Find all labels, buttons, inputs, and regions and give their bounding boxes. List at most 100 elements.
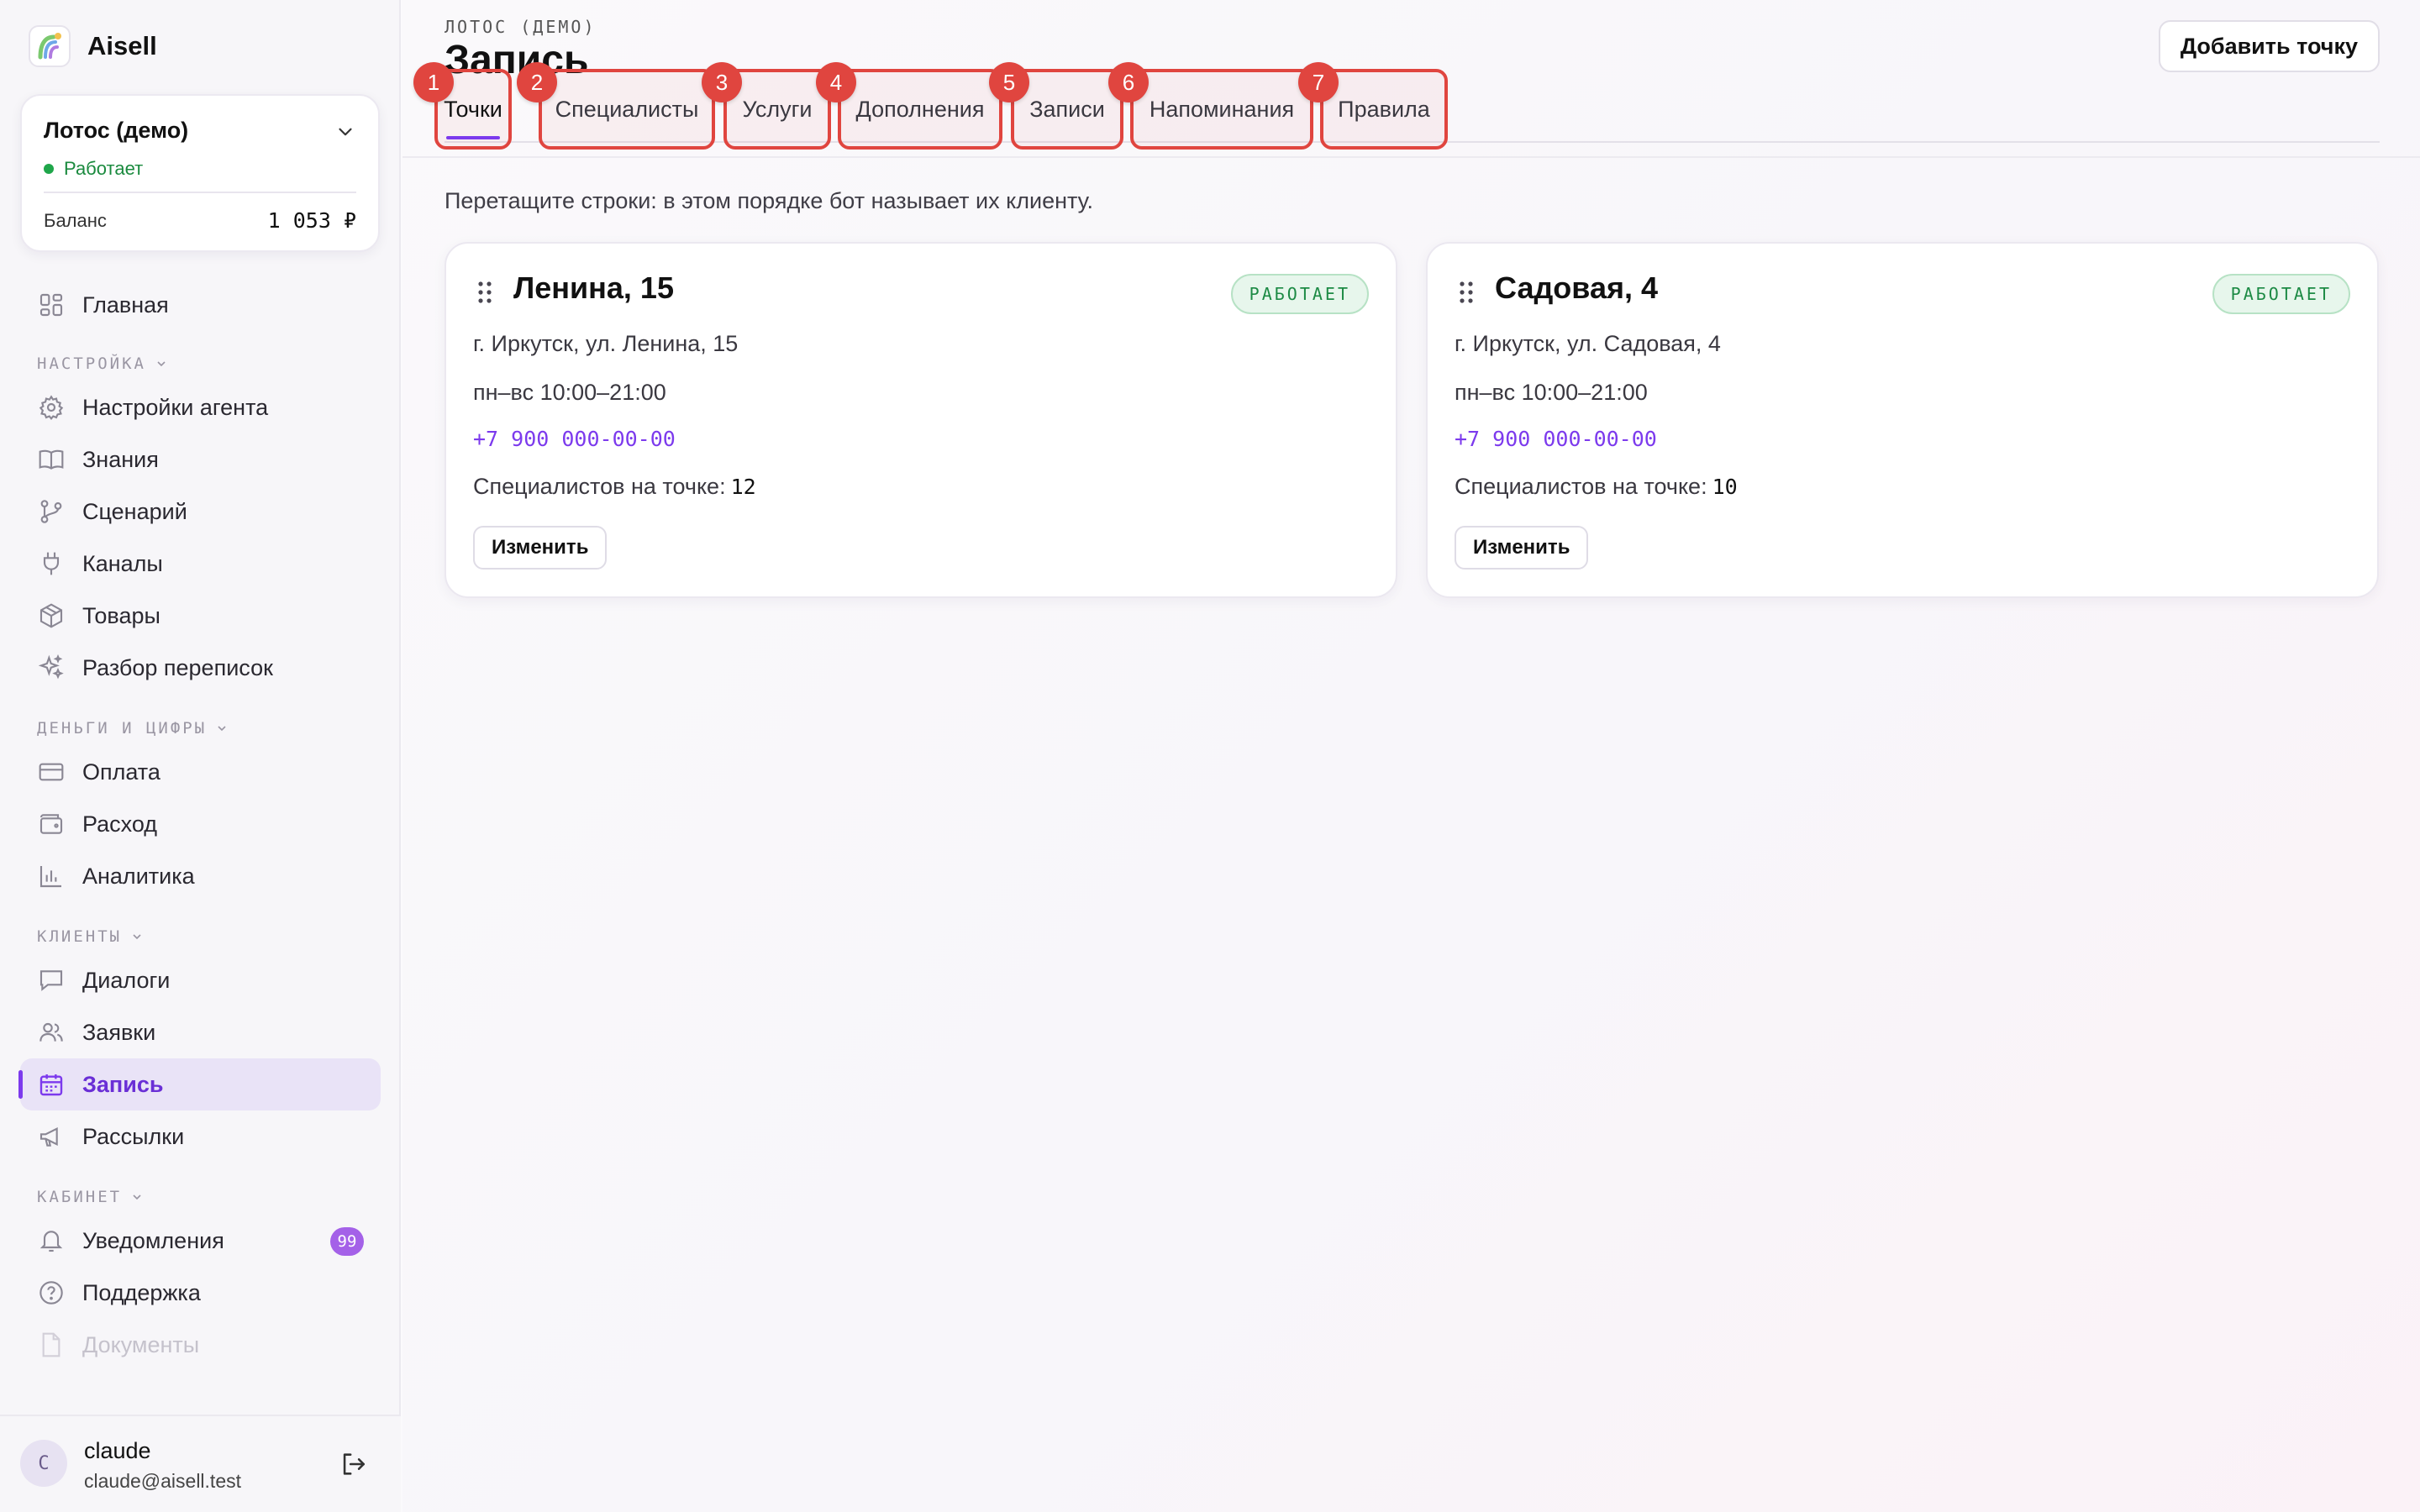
- chevron-down-icon: [133, 1194, 141, 1200]
- sidebar-item-label: Запись: [82, 1071, 164, 1097]
- sidebar-item-label: Аналитика: [82, 863, 195, 889]
- tab-specialists[interactable]: Специалисты: [539, 69, 715, 150]
- location-address: г. Иркутск, ул. Садовая, 4: [1455, 331, 1721, 356]
- notification-count-badge: 99: [330, 1227, 364, 1256]
- balance-value: 1 053 ₽: [267, 208, 356, 233]
- tab-label: Напоминания: [1149, 96, 1295, 122]
- sidebar-item-expenses[interactable]: Расход: [20, 798, 381, 850]
- sidebar-item-home[interactable]: Главная: [20, 279, 381, 331]
- tab-number-badge: 7: [1298, 62, 1339, 102]
- location-hours: пн–вс 10:00–21:00: [1455, 380, 1648, 405]
- reorder-hint: Перетащите строки: в этом порядке бот на…: [445, 188, 1093, 213]
- specialists-count-row: Специалистов на точке: 10: [1455, 474, 1738, 500]
- avatar[interactable]: C: [20, 1440, 67, 1487]
- calendar-icon: [37, 1070, 66, 1099]
- sidebar-item-products[interactable]: Товары: [20, 590, 381, 642]
- tab-reminders[interactable]: Напоминания: [1130, 69, 1313, 150]
- sidebar-item-mailings[interactable]: Рассылки: [20, 1110, 381, 1163]
- sidebar-item-agent-settings[interactable]: Настройки агента: [20, 381, 381, 433]
- tab-label: Правила: [1338, 96, 1430, 122]
- specialists-count-row: Специалистов на точке: 12: [473, 474, 756, 500]
- edit-location-button[interactable]: Изменить: [473, 526, 608, 570]
- tab-bar: Точки Специалисты Услуги Дополнения Запи…: [402, 0, 2420, 168]
- chevron-down-icon[interactable]: [334, 121, 356, 143]
- sidebar-item-label: Каналы: [82, 550, 163, 576]
- section-title: КАБИНЕТ: [37, 1188, 123, 1206]
- chevron-down-icon: [133, 934, 141, 940]
- main-background: [402, 0, 2420, 1512]
- specialists-count: 12: [730, 475, 756, 499]
- specialists-count: 10: [1712, 475, 1738, 499]
- sidebar-item-knowledge[interactable]: Знания: [20, 433, 381, 486]
- app-root: Aisell Лотос (демо) Работает Баланс 1 05…: [0, 0, 2420, 1512]
- balance-label: Баланс: [44, 210, 107, 231]
- logout-icon[interactable]: [339, 1450, 367, 1478]
- sidebar-item-requests[interactable]: Заявки: [20, 1006, 381, 1058]
- sidebar-item-dialogs[interactable]: Диалоги: [20, 954, 381, 1006]
- location-card[interactable]: Садовая, 4 РАБОТАЕТ г. Иркутск, ул. Садо…: [1426, 242, 2379, 598]
- book-icon: [37, 445, 66, 474]
- workspace-selector[interactable]: Лотос (демо) Работает Баланс 1 053 ₽: [20, 94, 380, 252]
- user-name: claude: [84, 1438, 151, 1463]
- nav-section-money[interactable]: ДЕНЬГИ И ЦИФРЫ: [0, 714, 401, 743]
- chevron-down-icon: [157, 361, 166, 367]
- chevron-down-icon: [218, 726, 226, 732]
- tab-addons[interactable]: Дополнения: [838, 69, 1002, 150]
- drag-handle-icon[interactable]: [476, 281, 493, 304]
- tab-label: Точки: [444, 96, 502, 122]
- tab-rules[interactable]: Правила: [1320, 69, 1448, 150]
- wallet-icon: [37, 810, 66, 838]
- sidebar-item-label: Расход: [82, 811, 158, 837]
- drag-handle-icon[interactable]: [1458, 281, 1475, 304]
- brand-logo-icon: [29, 25, 71, 67]
- sidebar: Aisell Лотос (демо) Работает Баланс 1 05…: [0, 0, 401, 1512]
- section-title: ДЕНЬГИ И ЦИФРЫ: [37, 719, 208, 738]
- tab-number-badge: 4: [816, 62, 856, 102]
- sidebar-item-label: Товары: [82, 602, 160, 628]
- user-profile: C claude claude@aisell.test: [0, 1415, 401, 1512]
- main-content: ЛОТОС (ДЕМО) Запись Добавить точку Точки…: [402, 0, 2420, 1512]
- specialists-label: Специалистов на точке:: [1455, 474, 1707, 499]
- document-icon: [37, 1331, 66, 1359]
- user-email: claude@aisell.test: [84, 1470, 241, 1492]
- location-phone[interactable]: +7 900 000-00-00: [473, 427, 676, 451]
- sidebar-item-notifications[interactable]: Уведомления 99: [20, 1215, 381, 1267]
- sidebar-item-support[interactable]: Поддержка: [20, 1267, 381, 1319]
- sidebar-item-analytics[interactable]: Аналитика: [20, 850, 381, 902]
- location-card[interactable]: Ленина, 15 РАБОТАЕТ г. Иркутск, ул. Лени…: [445, 242, 1397, 598]
- sidebar-item-label: Документы: [82, 1331, 200, 1357]
- sidebar-item-booking[interactable]: Запись: [20, 1058, 381, 1110]
- users-icon: [37, 1018, 66, 1047]
- sparkle-icon: [37, 654, 66, 682]
- section-title: КЛИЕНТЫ: [37, 927, 123, 946]
- sidebar-item-label: Поддержка: [82, 1279, 201, 1305]
- status-dot-icon: [44, 164, 54, 174]
- bell-icon: [37, 1226, 66, 1255]
- nav-section-settings[interactable]: НАСТРОЙКА: [0, 349, 401, 378]
- location-phone[interactable]: +7 900 000-00-00: [1455, 427, 1657, 451]
- brand[interactable]: Aisell: [29, 25, 157, 67]
- section-title: НАСТРОЙКА: [37, 354, 146, 373]
- sidebar-item-label: Диалоги: [82, 967, 171, 993]
- edit-location-button[interactable]: Изменить: [1455, 526, 1589, 570]
- help-circle-icon: [37, 1278, 66, 1307]
- nav-section-cabinet[interactable]: КАБИНЕТ: [0, 1183, 401, 1211]
- sidebar-nav: Главная НАСТРОЙКА Настройки агента Знани…: [0, 279, 401, 1371]
- sidebar-item-documents[interactable]: Документы: [20, 1319, 381, 1371]
- tab-label: Услуги: [742, 96, 813, 122]
- sidebar-item-chat-review[interactable]: Разбор переписок: [20, 642, 381, 694]
- tab-number-badge: 3: [702, 62, 742, 102]
- nav-section-clients[interactable]: КЛИЕНТЫ: [0, 922, 401, 951]
- tab-label: Специалисты: [555, 96, 699, 122]
- location-name: Ленина, 15: [513, 270, 674, 305]
- location-hours: пн–вс 10:00–21:00: [473, 380, 666, 405]
- specialists-label: Специалистов на точке:: [473, 474, 726, 499]
- gear-icon: [37, 393, 66, 422]
- sidebar-item-label: Главная: [82, 291, 169, 318]
- box-icon: [37, 601, 66, 630]
- sidebar-item-channels[interactable]: Каналы: [20, 538, 381, 590]
- tab-label: Дополнения: [855, 96, 985, 122]
- credit-card-icon: [37, 758, 66, 786]
- sidebar-item-payment[interactable]: Оплата: [20, 746, 381, 798]
- sidebar-item-scenario[interactable]: Сценарий: [20, 486, 381, 538]
